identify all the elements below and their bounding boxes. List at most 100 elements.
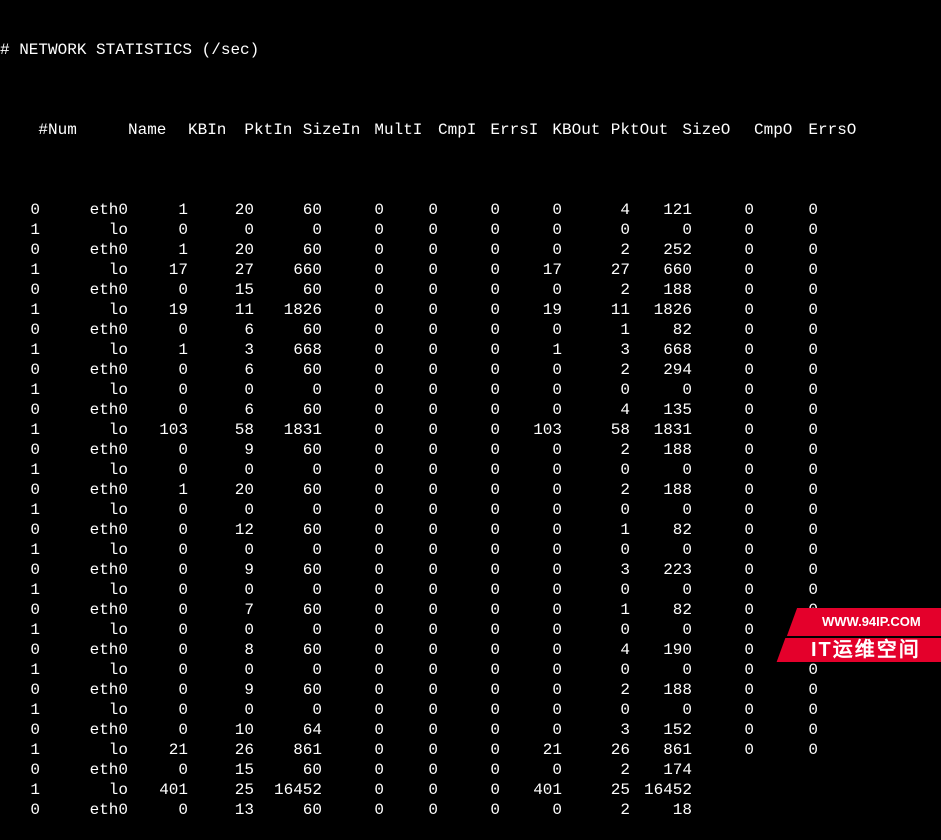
table-row: 1lo00000000000	[0, 700, 941, 720]
cell-kbin: 19	[128, 300, 188, 320]
cell-pktin: 0	[188, 580, 254, 600]
cell-cmpi: 0	[384, 740, 438, 760]
table-row: 1lo00000000000	[0, 500, 941, 520]
cell-name: eth0	[40, 600, 128, 620]
cell-kbin: 0	[128, 560, 188, 580]
cell-sizeo: 0	[630, 540, 692, 560]
cell-pktin: 10	[188, 720, 254, 740]
cell-errso: 0	[754, 220, 818, 240]
cell-pktin: 3	[188, 340, 254, 360]
cell-errsi: 0	[438, 300, 500, 320]
cell-pktin: 9	[188, 440, 254, 460]
cell-cmpi: 0	[384, 680, 438, 700]
cell-pktin: 6	[188, 400, 254, 420]
table-row: 1lo2126861000212686100	[0, 740, 941, 760]
cell-name: eth0	[40, 360, 128, 380]
cell-pktin: 25	[188, 780, 254, 800]
cell-kbout: 0	[500, 700, 562, 720]
cell-kbout: 0	[500, 400, 562, 420]
cell-sizeo: 190	[630, 640, 692, 660]
cell-errso: 0	[754, 280, 818, 300]
cell-num: 0	[0, 760, 40, 780]
cell-sizein: 60	[254, 600, 322, 620]
cell-errso: 0	[754, 700, 818, 720]
cell-multi: 0	[322, 800, 384, 820]
table-row: 1lo1727660000172766000	[0, 260, 941, 280]
cell-num: 1	[0, 660, 40, 680]
table-row: 0eth0010640000315200	[0, 720, 941, 740]
cell-pktin: 20	[188, 240, 254, 260]
table-row: 0eth009600000322300	[0, 560, 941, 580]
cell-errsi: 0	[438, 200, 500, 220]
cell-errsi: 0	[438, 740, 500, 760]
cell-kbin: 21	[128, 740, 188, 760]
cell-num: 0	[0, 680, 40, 700]
cell-sizein: 0	[254, 580, 322, 600]
cell-pktout: 26	[562, 740, 630, 760]
cell-sizein: 60	[254, 760, 322, 780]
table-row: 0eth00660000018200	[0, 320, 941, 340]
cell-sizein: 60	[254, 360, 322, 380]
cell-pktout: 4	[562, 400, 630, 420]
cell-pktout: 58	[562, 420, 630, 440]
cell-num: 0	[0, 640, 40, 660]
cell-cmpi: 0	[384, 800, 438, 820]
table-row: 0eth001260000018200	[0, 520, 941, 540]
cell-sizeo: 16452	[630, 780, 692, 800]
cell-errso: 0	[754, 380, 818, 400]
cell-sizein: 16452	[254, 780, 322, 800]
cell-pktin: 0	[188, 620, 254, 640]
table-row: 1lo40125164520004012516452	[0, 780, 941, 800]
cell-sizein: 0	[254, 540, 322, 560]
cell-kbin: 0	[128, 380, 188, 400]
cell-sizeo: 668	[630, 340, 692, 360]
header-num: #Num	[38, 120, 78, 140]
cell-num: 1	[0, 340, 40, 360]
cell-pktout: 2	[562, 280, 630, 300]
cell-num: 0	[0, 200, 40, 220]
cell-multi: 0	[322, 220, 384, 240]
cell-num: 1	[0, 380, 40, 400]
cell-pktin: 0	[188, 500, 254, 520]
cell-sizeo: 0	[630, 580, 692, 600]
cell-sizeo: 660	[630, 260, 692, 280]
cell-sizeo: 0	[630, 700, 692, 720]
cell-kbin: 401	[128, 780, 188, 800]
cell-sizeo: 188	[630, 680, 692, 700]
cell-multi: 0	[322, 480, 384, 500]
table-body: 0eth01206000004121001lo000000000000eth01…	[0, 200, 941, 820]
cell-errso: 0	[754, 400, 818, 420]
cell-sizein: 60	[254, 280, 322, 300]
cell-kbout: 0	[500, 760, 562, 780]
cell-cmpo: 0	[692, 360, 754, 380]
cell-name: eth0	[40, 320, 128, 340]
cell-cmpi: 0	[384, 520, 438, 540]
cell-cmpo: 0	[692, 420, 754, 440]
cell-errsi: 0	[438, 340, 500, 360]
cell-cmpo: 0	[692, 620, 754, 640]
cell-pktout: 2	[562, 760, 630, 780]
cell-errsi: 0	[438, 760, 500, 780]
cell-kbin: 1	[128, 480, 188, 500]
cell-sizein: 861	[254, 740, 322, 760]
cell-pktin: 9	[188, 560, 254, 580]
cell-errso: 0	[754, 720, 818, 740]
cell-errso: 0	[754, 580, 818, 600]
cell-cmpo: 0	[692, 440, 754, 460]
cell-cmpi: 0	[384, 280, 438, 300]
cell-name: eth0	[40, 560, 128, 580]
cell-cmpi: 0	[384, 400, 438, 420]
cell-errso: 0	[754, 480, 818, 500]
cell-num: 0	[0, 560, 40, 580]
cell-kbout: 0	[500, 720, 562, 740]
cell-multi: 0	[322, 540, 384, 560]
cell-sizein: 60	[254, 320, 322, 340]
cell-kbin: 0	[128, 760, 188, 780]
cell-cmpo: 0	[692, 660, 754, 680]
cell-pktout: 11	[562, 300, 630, 320]
cell-name: lo	[40, 340, 128, 360]
cell-name: eth0	[40, 720, 128, 740]
cell-cmpo: 0	[692, 640, 754, 660]
cell-errsi: 0	[438, 660, 500, 680]
cell-kbin: 1	[128, 200, 188, 220]
